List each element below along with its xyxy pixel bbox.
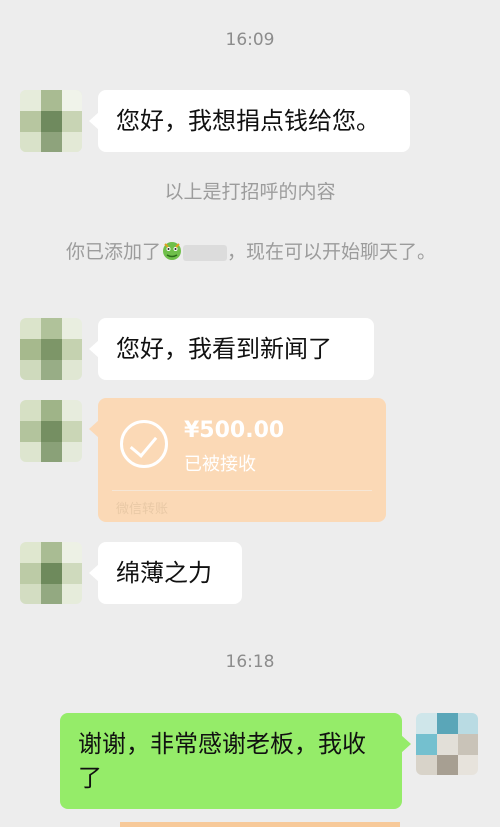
system-notice-text: ，现在可以开始聊天了。 (227, 241, 437, 263)
next-transfer-card-edge (120, 822, 400, 827)
message-bubble[interactable]: 您好，我想捐点钱给您。 (89, 90, 410, 152)
message-text: 您好，我想捐点钱给您。 (116, 107, 380, 135)
contact-avatar[interactable] (20, 542, 82, 604)
check-circle-icon (120, 420, 168, 468)
message-bubble[interactable]: 您好，我看到新闻了 (89, 318, 374, 380)
contact-avatar[interactable] (20, 318, 82, 380)
message-bubble-outgoing[interactable]: 谢谢，非常感谢老板，我收了 (60, 713, 411, 809)
my-avatar[interactable] (416, 713, 478, 775)
message-bubble[interactable]: 绵薄之力 (89, 542, 242, 604)
transfer-status: 已被接收 (184, 454, 256, 475)
message-text: 绵薄之力 (116, 559, 212, 587)
system-notice-added: 你已添加了 ，现在可以开始聊天了。 (56, 238, 446, 266)
system-notice: 以上是打招呼的内容 (164, 181, 336, 203)
message-text: 谢谢，非常感谢老板，我收了 (78, 730, 366, 792)
dragon-emoji-icon (163, 242, 181, 260)
transfer-footer: 微信转账 (116, 502, 169, 517)
contact-avatar[interactable] (20, 400, 82, 462)
system-notice-text: 你已添加了 (65, 241, 161, 263)
chat-timestamp: 16:09 (225, 30, 275, 50)
message-text: 您好，我看到新闻了 (116, 335, 332, 363)
redacted-name (183, 244, 227, 261)
transfer-amount: ¥500.00 (184, 418, 285, 443)
chat-timestamp: 16:18 (225, 652, 275, 672)
divider (112, 490, 372, 491)
transfer-card[interactable]: ¥500.00 已被接收 微信转账 (89, 398, 386, 522)
contact-avatar[interactable] (20, 90, 82, 152)
